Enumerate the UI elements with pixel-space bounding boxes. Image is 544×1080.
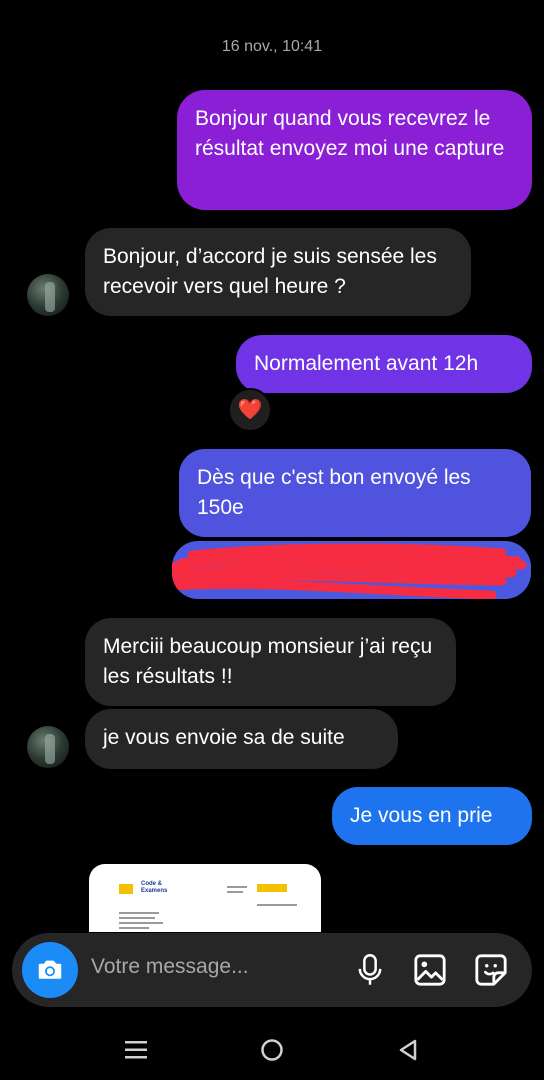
image-attachment-preview[interactable]: Code & Examens [89, 864, 321, 932]
reaction-emoji: ❤️ [237, 399, 263, 421]
contact-avatar[interactable] [27, 726, 69, 768]
document-badge [257, 884, 287, 892]
back-icon[interactable] [388, 1030, 428, 1070]
sticker-icon[interactable] [471, 950, 511, 990]
message-timestamp: 16 nov., 10:41 [221, 38, 323, 55]
message-composer[interactable]: Votre message... [12, 933, 532, 1007]
redaction-scribble [172, 543, 527, 599]
document-logo [119, 884, 133, 894]
recents-icon[interactable] [116, 1030, 156, 1070]
message-bubble-sent[interactable]: Dès que c'est bon envoyé les 150e [179, 449, 531, 537]
message-bubble-received[interactable]: Bonjour, d’accord je suis sensée les rec… [85, 228, 471, 316]
camera-button[interactable] [22, 942, 78, 998]
message-bubble-sent[interactable]: Normalement avant 12h [236, 335, 532, 393]
message-bubble-sent[interactable]: Je vous en prie [332, 787, 532, 845]
contact-avatar[interactable] [27, 274, 69, 316]
microphone-icon[interactable] [350, 950, 390, 990]
home-icon[interactable] [252, 1030, 292, 1070]
reaction-heart-icon[interactable]: ❤️ [228, 388, 272, 432]
document-brand: Code & Examens [141, 881, 168, 894]
gallery-icon[interactable] [410, 950, 450, 990]
camera-icon [38, 960, 62, 979]
message-bubble-sent-redacted[interactable] [172, 541, 531, 599]
message-bubble-received[interactable]: je vous envoie sa de suite [85, 709, 398, 769]
message-input[interactable]: Votre message... [91, 955, 249, 979]
message-bubble-sent[interactable]: Bonjour quand vous recevrez le résultat … [177, 90, 532, 210]
message-bubble-received[interactable]: Merciii beaucoup monsieur j’ai reçu les … [85, 618, 456, 706]
